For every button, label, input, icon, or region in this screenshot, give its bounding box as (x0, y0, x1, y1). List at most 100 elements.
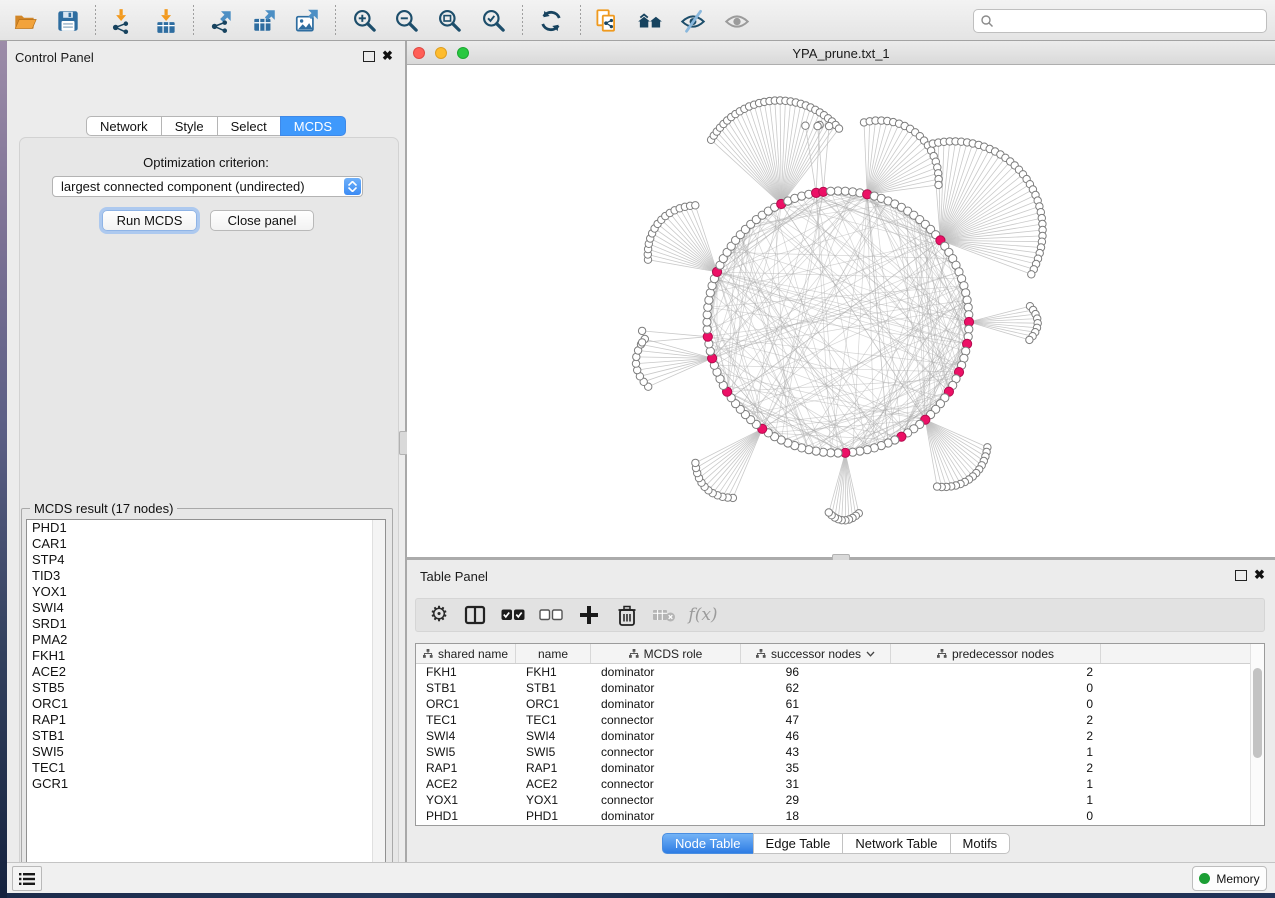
cell-successor-nodes[interactable]: 18 (741, 808, 891, 824)
tab-motifs[interactable]: Motifs (950, 833, 1011, 854)
delete-row-icon[interactable] (612, 602, 642, 628)
table-scrollbar[interactable] (1250, 644, 1264, 825)
save-session-icon[interactable] (54, 7, 82, 35)
table-row[interactable]: PHD1PHD1dominator180 (416, 808, 1264, 824)
column-header-MCDS-role[interactable]: MCDS role (591, 644, 741, 663)
table-row[interactable]: TEC1TEC1connector472 (416, 712, 1264, 728)
mcds-result-item[interactable]: PHD1 (27, 520, 385, 536)
clone-network-icon[interactable] (592, 7, 620, 35)
column-header-shared-name[interactable]: shared name (416, 644, 516, 663)
cell-MCDS-role[interactable]: dominator (591, 680, 741, 696)
cell-MCDS-role[interactable]: connector (591, 744, 741, 760)
mcds-result-item[interactable]: STB1 (27, 728, 385, 744)
network-view[interactable] (407, 65, 1275, 557)
cell-successor-nodes[interactable]: 96 (741, 664, 891, 680)
cell-shared-name[interactable]: TEC1 (416, 712, 516, 728)
cell-name[interactable]: YOX1 (516, 792, 591, 808)
cell-name[interactable]: PHD1 (516, 808, 591, 824)
cell-predecessor-nodes[interactable]: 1 (891, 792, 1101, 808)
mcds-result-item[interactable]: YOX1 (27, 584, 385, 600)
mcds-result-item[interactable]: SWI4 (27, 600, 385, 616)
mcds-result-list[interactable]: PHD1CAR1STP4TID3YOX1SWI4SRD1PMA2FKH1ACE2… (26, 519, 386, 873)
network-graph[interactable] (407, 65, 1275, 557)
tab-select[interactable]: Select (217, 116, 280, 136)
mcds-result-item[interactable]: STB5 (27, 680, 385, 696)
add-row-icon[interactable] (574, 602, 604, 628)
cell-shared-name[interactable]: FKH1 (416, 664, 516, 680)
cell-name[interactable]: ACE2 (516, 776, 591, 792)
cell-successor-nodes[interactable]: 31 (741, 776, 891, 792)
cell-predecessor-nodes[interactable]: 2 (891, 664, 1101, 680)
search-field[interactable] (973, 9, 1267, 33)
column-header-predecessor-nodes[interactable]: predecessor nodes (891, 644, 1101, 663)
mcds-result-item[interactable]: PMA2 (27, 632, 385, 648)
cell-MCDS-role[interactable]: connector (591, 792, 741, 808)
refresh-icon[interactable] (537, 7, 565, 35)
cell-MCDS-role[interactable]: dominator (591, 808, 741, 824)
zoom-selected-icon[interactable] (480, 7, 508, 35)
column-header-successor-nodes[interactable]: successor nodes (741, 644, 891, 663)
cell-predecessor-nodes[interactable]: 0 (891, 808, 1101, 824)
cell-name[interactable]: STB1 (516, 680, 591, 696)
import-network-icon[interactable] (107, 7, 135, 35)
column-header-name[interactable]: name (516, 644, 591, 663)
float-table-panel-icon[interactable] (1235, 570, 1247, 581)
cell-shared-name[interactable]: SWI4 (416, 728, 516, 744)
cell-successor-nodes[interactable]: 46 (741, 728, 891, 744)
memory-button[interactable]: Memory (1192, 866, 1267, 891)
cell-shared-name[interactable]: RAP1 (416, 760, 516, 776)
hide-selected-icon[interactable] (679, 7, 707, 35)
export-image-icon[interactable] (293, 7, 321, 35)
mcds-result-item[interactable]: SRD1 (27, 616, 385, 632)
cell-MCDS-role[interactable]: dominator (591, 664, 741, 680)
export-network-icon[interactable] (207, 7, 235, 35)
zoom-in-icon[interactable] (351, 7, 379, 35)
cell-successor-nodes[interactable]: 43 (741, 744, 891, 760)
cell-shared-name[interactable]: STB1 (416, 680, 516, 696)
export-table-icon[interactable] (250, 7, 278, 35)
cell-successor-nodes[interactable]: 61 (741, 696, 891, 712)
cell-MCDS-role[interactable]: connector (591, 776, 741, 792)
cell-MCDS-role[interactable]: dominator (591, 728, 741, 744)
table-row[interactable]: ACE2ACE2connector311 (416, 776, 1264, 792)
mcds-result-item[interactable]: SWI5 (27, 744, 385, 760)
mcds-result-item[interactable]: TEC1 (27, 760, 385, 776)
mcds-result-item[interactable]: ORC1 (27, 696, 385, 712)
table-settings-icon[interactable]: ⚙ (424, 602, 454, 628)
show-all-icon[interactable] (723, 7, 751, 35)
cell-shared-name[interactable]: ACE2 (416, 776, 516, 792)
cell-predecessor-nodes[interactable]: 1 (891, 744, 1101, 760)
tab-network-table[interactable]: Network Table (842, 833, 949, 854)
table-row[interactable]: ORC1ORC1dominator610 (416, 696, 1264, 712)
show-columns-icon[interactable] (460, 602, 490, 628)
tab-edge-table[interactable]: Edge Table (753, 833, 843, 854)
cell-name[interactable]: RAP1 (516, 760, 591, 776)
open-file-icon[interactable] (11, 7, 39, 35)
table-row[interactable]: YOX1YOX1connector291 (416, 792, 1264, 808)
cell-successor-nodes[interactable]: 47 (741, 712, 891, 728)
first-neighbors-icon[interactable] (636, 7, 664, 35)
tab-style[interactable]: Style (161, 116, 217, 136)
cell-name[interactable]: TEC1 (516, 712, 591, 728)
cell-successor-nodes[interactable]: 29 (741, 792, 891, 808)
mcds-result-item[interactable]: RAP1 (27, 712, 385, 728)
select-all-icon[interactable] (498, 602, 528, 628)
cell-MCDS-role[interactable]: connector (591, 712, 741, 728)
close-panel-icon[interactable]: ✖ (382, 50, 393, 62)
mcds-result-item[interactable]: STP4 (27, 552, 385, 568)
cell-MCDS-role[interactable]: dominator (591, 760, 741, 776)
table-row[interactable]: RAP1RAP1dominator352 (416, 760, 1264, 776)
cell-shared-name[interactable]: PHD1 (416, 808, 516, 824)
cell-shared-name[interactable]: YOX1 (416, 792, 516, 808)
tab-mcds[interactable]: MCDS (280, 116, 346, 136)
cell-successor-nodes[interactable]: 62 (741, 680, 891, 696)
search-input[interactable] (998, 13, 1266, 29)
mcds-result-item[interactable]: GCR1 (27, 776, 385, 792)
cell-predecessor-nodes[interactable]: 1 (891, 776, 1101, 792)
table-scrollbar-thumb[interactable] (1253, 668, 1262, 758)
optimization-criterion-select[interactable]: largest connected component (undirected) (52, 176, 363, 197)
table-row[interactable]: FKH1FKH1dominator962 (416, 664, 1264, 680)
tab-network[interactable]: Network (86, 116, 161, 136)
cell-predecessor-nodes[interactable]: 2 (891, 728, 1101, 744)
cell-shared-name[interactable]: SWI5 (416, 744, 516, 760)
